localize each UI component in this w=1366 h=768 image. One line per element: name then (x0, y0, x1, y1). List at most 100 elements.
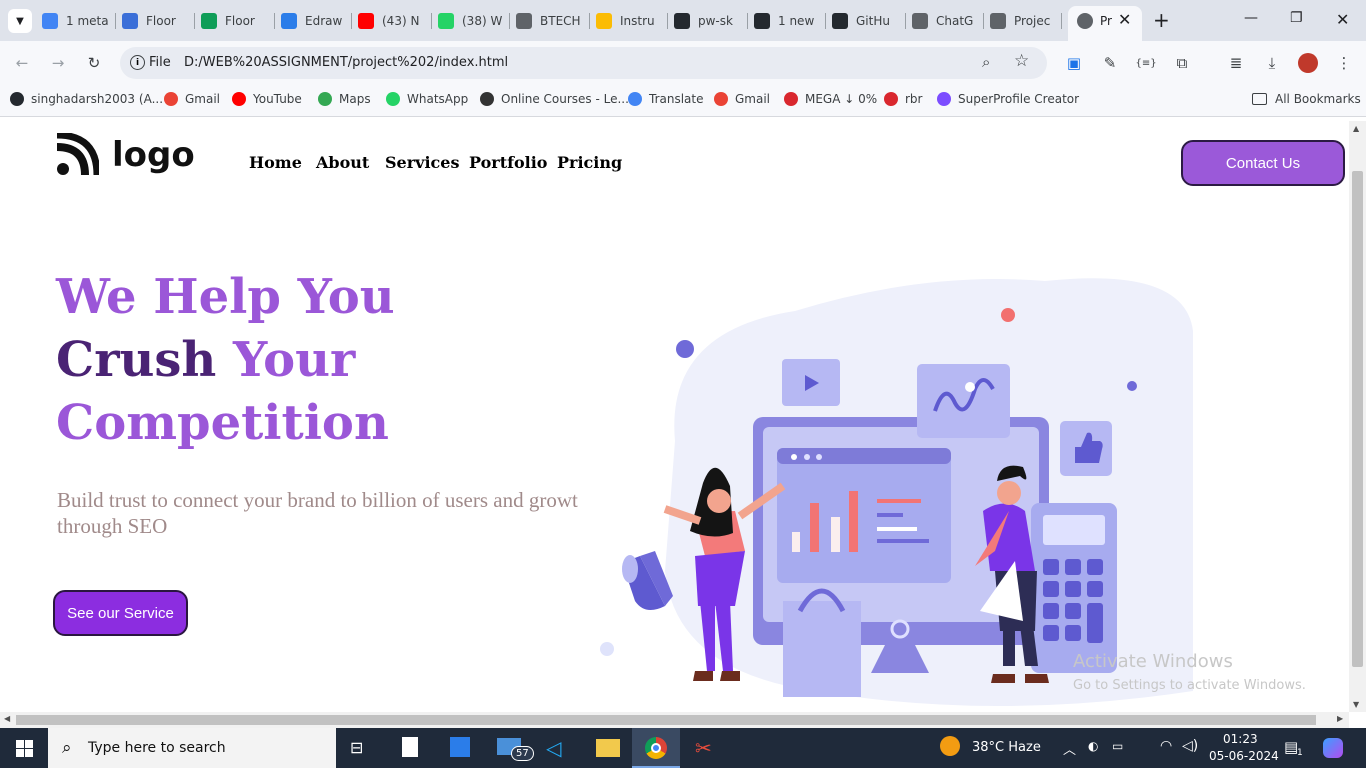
extension-icon[interactable]: ▣ (1064, 53, 1084, 73)
tab-0[interactable]: 1 meta (42, 8, 122, 34)
chrome-taskbar-button[interactable] (632, 728, 680, 768)
json-extension-icon[interactable]: {≡} (1135, 53, 1156, 73)
bookmark-label: Translate (649, 92, 704, 106)
vertical-scrollbar[interactable]: ▲ ▼ (1349, 121, 1366, 712)
bookmark-3[interactable]: Maps (318, 92, 371, 106)
avatar[interactable] (1298, 53, 1318, 73)
tab-label: 1 meta (66, 14, 109, 28)
bookmark-label: YouTube (253, 92, 302, 106)
restore-button[interactable]: ❐ (1290, 10, 1303, 26)
tab-12[interactable]: Projec (990, 8, 1068, 34)
all-bookmarks[interactable]: All Bookmarks (1252, 92, 1361, 106)
watermark-subtitle: Go to Settings to activate Windows. (1073, 678, 1306, 693)
clock-date[interactable]: 05-06-2024 (1209, 749, 1279, 763)
tab-separator (431, 13, 432, 29)
bookmark-9[interactable]: rbr (884, 92, 922, 106)
nav-portfolio[interactable]: Portfolio (469, 153, 547, 172)
globe-icon (1077, 13, 1093, 29)
close-tab-icon[interactable]: ✕ (1118, 10, 1131, 29)
scroll-left-arrow[interactable]: ◀ (4, 714, 10, 723)
bookmark-1[interactable]: Gmail (164, 92, 220, 106)
bookmark-6[interactable]: Translate (628, 92, 704, 106)
task-view-icon[interactable]: ⊟ (350, 738, 363, 757)
scroll-right-arrow[interactable]: ▶ (1337, 714, 1343, 723)
tab-5[interactable]: (38) W (438, 8, 516, 34)
bookmark-5[interactable]: Online Courses - Le... (480, 92, 629, 106)
tab-favicon-icon (438, 13, 454, 29)
vscode-icon[interactable]: ◁ (546, 736, 561, 760)
new-tab-button[interactable]: + (1153, 8, 1170, 32)
scroll-down-arrow[interactable]: ▼ (1353, 700, 1359, 709)
site-logo[interactable]: logo (55, 133, 195, 177)
bookmark-4[interactable]: WhatsApp (386, 92, 468, 106)
bookmark-star-icon[interactable]: ☆ (1014, 51, 1029, 71)
bookmark-7[interactable]: Gmail (714, 92, 770, 106)
tab-7[interactable]: Instru (596, 8, 674, 34)
file-icon[interactable] (402, 737, 418, 757)
puzzle-icon[interactable]: ⧉ (1172, 53, 1192, 73)
tab-4[interactable]: (43) N (358, 8, 438, 34)
tab-3[interactable]: Edraw (281, 8, 358, 34)
tab-active[interactable]: Pr ✕ (1068, 6, 1142, 41)
copilot-icon[interactable] (1323, 738, 1343, 758)
wifi-icon[interactable]: ◠ (1160, 738, 1172, 754)
see-our-service-button[interactable]: See our Service (53, 590, 188, 636)
snipping-tool-icon[interactable]: ✂ (695, 736, 712, 760)
nav-services[interactable]: Services (385, 153, 459, 172)
weather-text[interactable]: 38°C Haze (972, 740, 1041, 755)
tab-label: Projec (1014, 14, 1051, 28)
tab-favicon-icon (281, 13, 297, 29)
media-queue-icon[interactable]: ≣ (1226, 53, 1246, 73)
forward-button[interactable]: → (48, 53, 68, 73)
bookmarks-bar: singhadarsh2003 (A... Gmail YouTube Maps Wha… (0, 85, 1366, 117)
eyedropper-icon[interactable]: ✎ (1100, 53, 1120, 73)
tab-2[interactable]: Floor (201, 8, 281, 34)
tab-6[interactable]: BTECH (516, 8, 596, 34)
logo-icon (56, 133, 99, 176)
address-bar[interactable]: i File D:/WEB%20ASSIGNMENT/project%202/i… (120, 47, 1047, 79)
nav-home[interactable]: Home (249, 153, 302, 172)
tab-separator (825, 13, 826, 29)
nav-pricing[interactable]: Pricing (557, 153, 622, 172)
all-bookmarks-label: All Bookmarks (1275, 92, 1361, 106)
bookmark-0[interactable]: singhadarsh2003 (A... (10, 92, 163, 106)
url-text[interactable]: D:/WEB%20ASSIGNMENT/project%202/index.ht… (184, 55, 508, 70)
scroll-up-arrow[interactable]: ▲ (1353, 124, 1359, 133)
tab-strip: ▼ 1 meta Floor Floor Edraw (43) N (38) W BTECH… (0, 0, 1366, 41)
store-icon[interactable] (450, 737, 470, 757)
tab-9[interactable]: 1 new (754, 8, 832, 34)
zoom-icon[interactable]: ⌕ (982, 53, 990, 71)
vertical-scroll-thumb[interactable] (1352, 171, 1363, 667)
tab-search-button[interactable]: ▼ (8, 9, 32, 33)
tab-10[interactable]: GitHu (832, 8, 912, 34)
start-button[interactable] (0, 728, 48, 768)
horizontal-scrollbar[interactable]: ◀ ▶ (0, 712, 1349, 728)
show-hidden-icons[interactable]: ︿ (1063, 739, 1076, 758)
display-icon[interactable]: ▭ (1112, 739, 1123, 753)
scheme-label: File (149, 55, 171, 70)
contact-us-button[interactable]: Contact Us (1181, 140, 1345, 186)
bookmark-10[interactable]: SuperProfile Creator (937, 92, 1079, 106)
megaphone (622, 551, 673, 610)
bookmark-label: Gmail (185, 92, 221, 106)
tab-favicon-icon (832, 13, 848, 29)
menu-icon[interactable]: ⋮ (1334, 53, 1354, 73)
bookmark-8[interactable]: MEGA ↓ 0% (784, 92, 877, 106)
tab-1[interactable]: Floor (122, 8, 201, 34)
tab-11[interactable]: ChatG (912, 8, 990, 34)
nav-about[interactable]: About (316, 153, 369, 172)
volume-icon[interactable]: ◁) (1182, 738, 1198, 754)
clock-time[interactable]: 01:23 (1223, 732, 1258, 746)
tab-8[interactable]: pw-sk (674, 8, 754, 34)
back-button[interactable]: ← (12, 53, 32, 73)
download-icon[interactable]: ⤓ (1262, 53, 1282, 73)
file-explorer-icon[interactable] (596, 739, 620, 757)
minimize-button[interactable]: — (1244, 10, 1258, 26)
meet-icon[interactable]: ◐ (1088, 739, 1098, 753)
close-window-button[interactable]: ✕ (1336, 10, 1349, 29)
bookmark-2[interactable]: YouTube (232, 92, 302, 106)
reload-button[interactable]: ↻ (84, 53, 104, 73)
taskbar-search[interactable]: ⌕ Type here to search (48, 728, 336, 768)
horizontal-scroll-thumb[interactable] (16, 715, 1316, 725)
chart-window (777, 448, 951, 583)
